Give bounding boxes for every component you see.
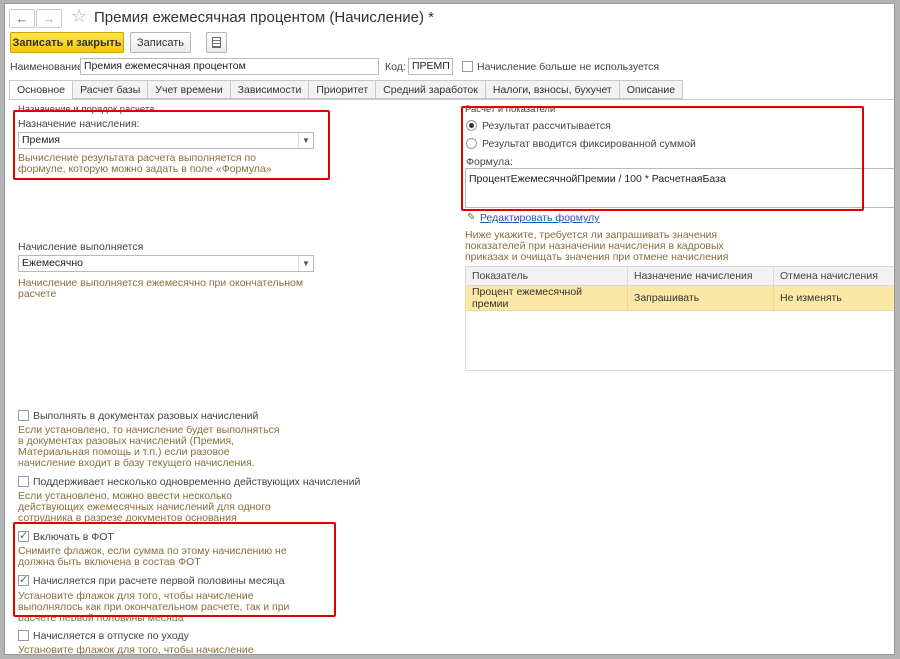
- tab-average-earnings[interactable]: Средний заработок: [375, 80, 485, 99]
- document-list-icon: [212, 37, 221, 48]
- highlight-box: [13, 522, 336, 617]
- tab-priority[interactable]: Приоритет: [308, 80, 376, 99]
- pencil-icon: ✎: [467, 212, 476, 223]
- forward-button[interactable]: →: [36, 9, 62, 28]
- one-time-docs-label: Выполнять в документах разовых начислени…: [33, 410, 259, 422]
- arrow-right-icon: →: [42, 11, 56, 26]
- parental-leave-label: Начисляется в отпуске по уходу: [33, 630, 189, 642]
- column-header-assignment[interactable]: Назначение начисления: [627, 266, 774, 286]
- table-row[interactable]: Процент ежемесячной премии Запрашивать Н…: [465, 285, 894, 311]
- indicators-table: Показатель Назначение начисления Отмена …: [465, 266, 894, 311]
- edit-formula-link[interactable]: Редактировать формулу: [480, 212, 600, 224]
- one-time-docs-checkbox[interactable]: [18, 410, 29, 421]
- column-header-cancel[interactable]: Отмена начисления: [773, 266, 894, 286]
- save-button[interactable]: Записать: [130, 32, 191, 53]
- unused-checkbox[interactable]: [462, 61, 473, 72]
- parental-leave-checkbox[interactable]: [18, 630, 29, 641]
- arrow-left-icon: ←: [15, 11, 29, 26]
- favorite-star-icon[interactable]: ☆: [71, 6, 87, 27]
- form-window: ← → ☆ Премия ежемесячная процентом (Начи…: [4, 3, 895, 655]
- unused-label: Начисление больше не используется: [477, 61, 660, 73]
- exec-hint: Начисление выполняется ежемесячно при ок…: [18, 277, 304, 300]
- save-and-close-button[interactable]: Записать и закрыть: [10, 32, 124, 53]
- one-time-docs-hint: Если установлено, то начисление будет вы…: [18, 424, 280, 469]
- tab-description[interactable]: Описание: [618, 80, 684, 99]
- tab-bar: Основное Расчет базы Учет времени Зависи…: [9, 80, 684, 99]
- exec-value: Ежемесячно: [22, 257, 83, 269]
- tab-divider: [9, 99, 894, 100]
- code-label: Код:: [385, 61, 406, 73]
- name-input[interactable]: Премия ежемесячная процентом: [80, 58, 379, 75]
- highlight-box: [13, 110, 330, 180]
- column-header-indicator[interactable]: Показатель: [465, 266, 628, 286]
- table-cell[interactable]: Запрашивать: [627, 285, 774, 311]
- highlight-box: [461, 106, 864, 211]
- multiple-accruals-label: Поддерживает несколько одновременно дейс…: [33, 476, 361, 488]
- parental-leave-hint: Установите флажок для того, чтобы начисл…: [18, 645, 254, 655]
- table-cell[interactable]: Не изменять: [773, 285, 894, 311]
- table-cell[interactable]: Процент ежемесячной премии: [465, 285, 628, 311]
- exec-select[interactable]: Ежемесячно ▼: [18, 255, 314, 272]
- tab-base-calc[interactable]: Расчет базы: [72, 80, 148, 99]
- code-input[interactable]: ПРЕМП: [408, 58, 453, 75]
- multiple-accruals-hint: Если установлено, можно ввести несколько…: [18, 491, 271, 522]
- name-label: Наименование:: [10, 61, 86, 73]
- window-title: Премия ежемесячная процентом (Начисление…: [94, 9, 435, 26]
- tab-time-accounting[interactable]: Учет времени: [147, 80, 230, 99]
- exec-label: Начисление выполняется: [18, 241, 144, 253]
- tab-dependencies[interactable]: Зависимости: [229, 80, 309, 99]
- tab-taxes[interactable]: Налоги, взносы, бухучет: [484, 80, 619, 99]
- back-button[interactable]: ←: [9, 9, 35, 28]
- tab-main[interactable]: Основное: [9, 80, 73, 99]
- multiple-accruals-checkbox[interactable]: [18, 476, 29, 487]
- dropdown-arrow-icon[interactable]: ▼: [298, 256, 313, 271]
- indicators-hint: Ниже укажите, требуется ли запрашивать з…: [465, 229, 729, 263]
- report-button[interactable]: [206, 32, 227, 53]
